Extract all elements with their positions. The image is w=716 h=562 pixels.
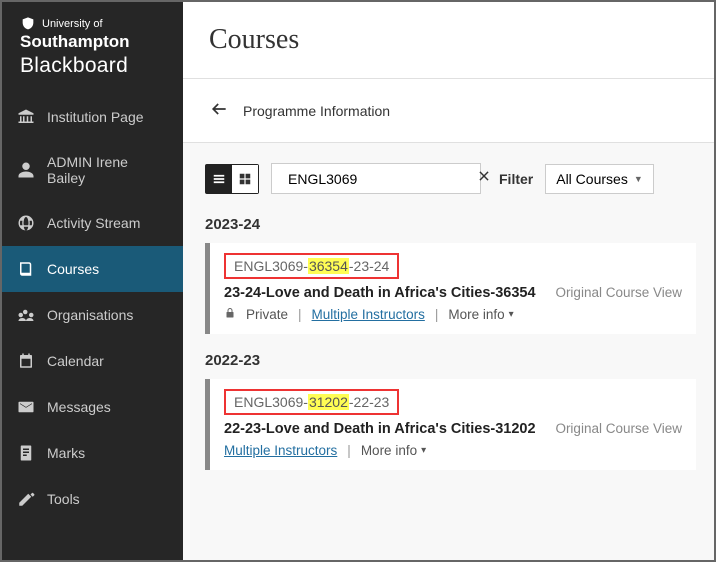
page-header: Courses xyxy=(183,2,714,79)
nav-organisations[interactable]: Organisations xyxy=(2,292,183,338)
filter-value: All Courses xyxy=(556,171,628,187)
instructors-link[interactable]: Multiple Instructors xyxy=(224,443,337,458)
chevron-down-icon: ▼ xyxy=(634,174,643,184)
search-input[interactable] xyxy=(288,171,469,187)
back-button[interactable] xyxy=(209,99,229,122)
tools-icon xyxy=(17,490,35,508)
clear-search-button[interactable] xyxy=(477,169,491,188)
marks-icon xyxy=(17,444,35,462)
messages-icon xyxy=(17,398,35,416)
nav-tools[interactable]: Tools xyxy=(2,476,183,522)
arrow-left-icon xyxy=(209,99,229,119)
calendar-icon xyxy=(17,352,35,370)
term-heading: 2022-23 xyxy=(205,352,696,369)
lock-icon xyxy=(224,307,236,322)
term-heading: 2023-24 xyxy=(205,216,696,233)
breadcrumb-label: Programme Information xyxy=(243,103,390,119)
nav-institution[interactable]: Institution Page xyxy=(2,94,183,140)
page-title: Courses xyxy=(209,24,688,56)
nav-calendar[interactable]: Calendar xyxy=(2,338,183,384)
nav-user[interactable]: ADMIN Irene Bailey xyxy=(2,140,183,200)
chevron-down-icon: ▾ xyxy=(509,309,514,320)
course-card[interactable]: ENGL3069-31202-22-23 22-23-Love and Deat… xyxy=(205,379,696,470)
more-info-toggle[interactable]: More info▾ xyxy=(448,307,513,322)
course-title: 23-24-Love and Death in Africa's Cities-… xyxy=(224,285,536,301)
sidebar: University of Southampton Blackboard Ins… xyxy=(2,2,183,560)
nav-courses[interactable]: Courses xyxy=(2,246,183,292)
nav-marks[interactable]: Marks xyxy=(2,430,183,476)
search-box[interactable] xyxy=(271,163,481,194)
course-code-row: ENGL3069-36354-23-24 xyxy=(224,253,682,279)
organisations-icon xyxy=(17,306,35,324)
nav-activity[interactable]: Activity Stream xyxy=(2,200,183,246)
shield-icon xyxy=(20,16,36,32)
course-title: 22-23-Love and Death in Africa's Cities-… xyxy=(224,421,536,437)
filter-select[interactable]: All Courses ▼ xyxy=(545,164,654,194)
close-icon xyxy=(477,169,491,183)
user-icon xyxy=(17,161,35,179)
courses-icon xyxy=(17,260,35,278)
course-card[interactable]: ENGL3069-36354-23-24 23-24-Love and Deat… xyxy=(205,243,696,334)
content-area: Filter All Courses ▼ 2023-24 ENGL3069-36… xyxy=(183,143,714,560)
course-view-label: Original Course View xyxy=(555,285,682,300)
list-icon xyxy=(212,172,226,186)
course-code-row: ENGL3069-31202-22-23 xyxy=(224,389,682,415)
grid-view-button[interactable] xyxy=(232,165,258,193)
view-toggle xyxy=(205,164,259,194)
institution-icon xyxy=(17,108,35,126)
nav-messages[interactable]: Messages xyxy=(2,384,183,430)
course-code-highlight: ENGL3069-31202-22-23 xyxy=(224,389,399,415)
course-view-label: Original Course View xyxy=(555,421,682,436)
brand-logo: University of Southampton Blackboard xyxy=(2,2,183,94)
instructors-link[interactable]: Multiple Instructors xyxy=(312,307,425,322)
private-label: Private xyxy=(246,307,288,322)
more-info-toggle[interactable]: More info▾ xyxy=(361,443,426,458)
course-code-highlight: ENGL3069-36354-23-24 xyxy=(224,253,399,279)
breadcrumb: Programme Information xyxy=(183,79,714,143)
main: Courses Programme Information xyxy=(183,2,714,560)
filter-label: Filter xyxy=(499,171,533,187)
toolbar: Filter All Courses ▼ xyxy=(205,163,696,194)
globe-icon xyxy=(17,214,35,232)
nav: Institution Page ADMIN Irene Bailey Acti… xyxy=(2,94,183,522)
chevron-down-icon: ▾ xyxy=(421,445,426,456)
list-view-button[interactable] xyxy=(206,165,232,193)
grid-icon xyxy=(238,172,252,186)
